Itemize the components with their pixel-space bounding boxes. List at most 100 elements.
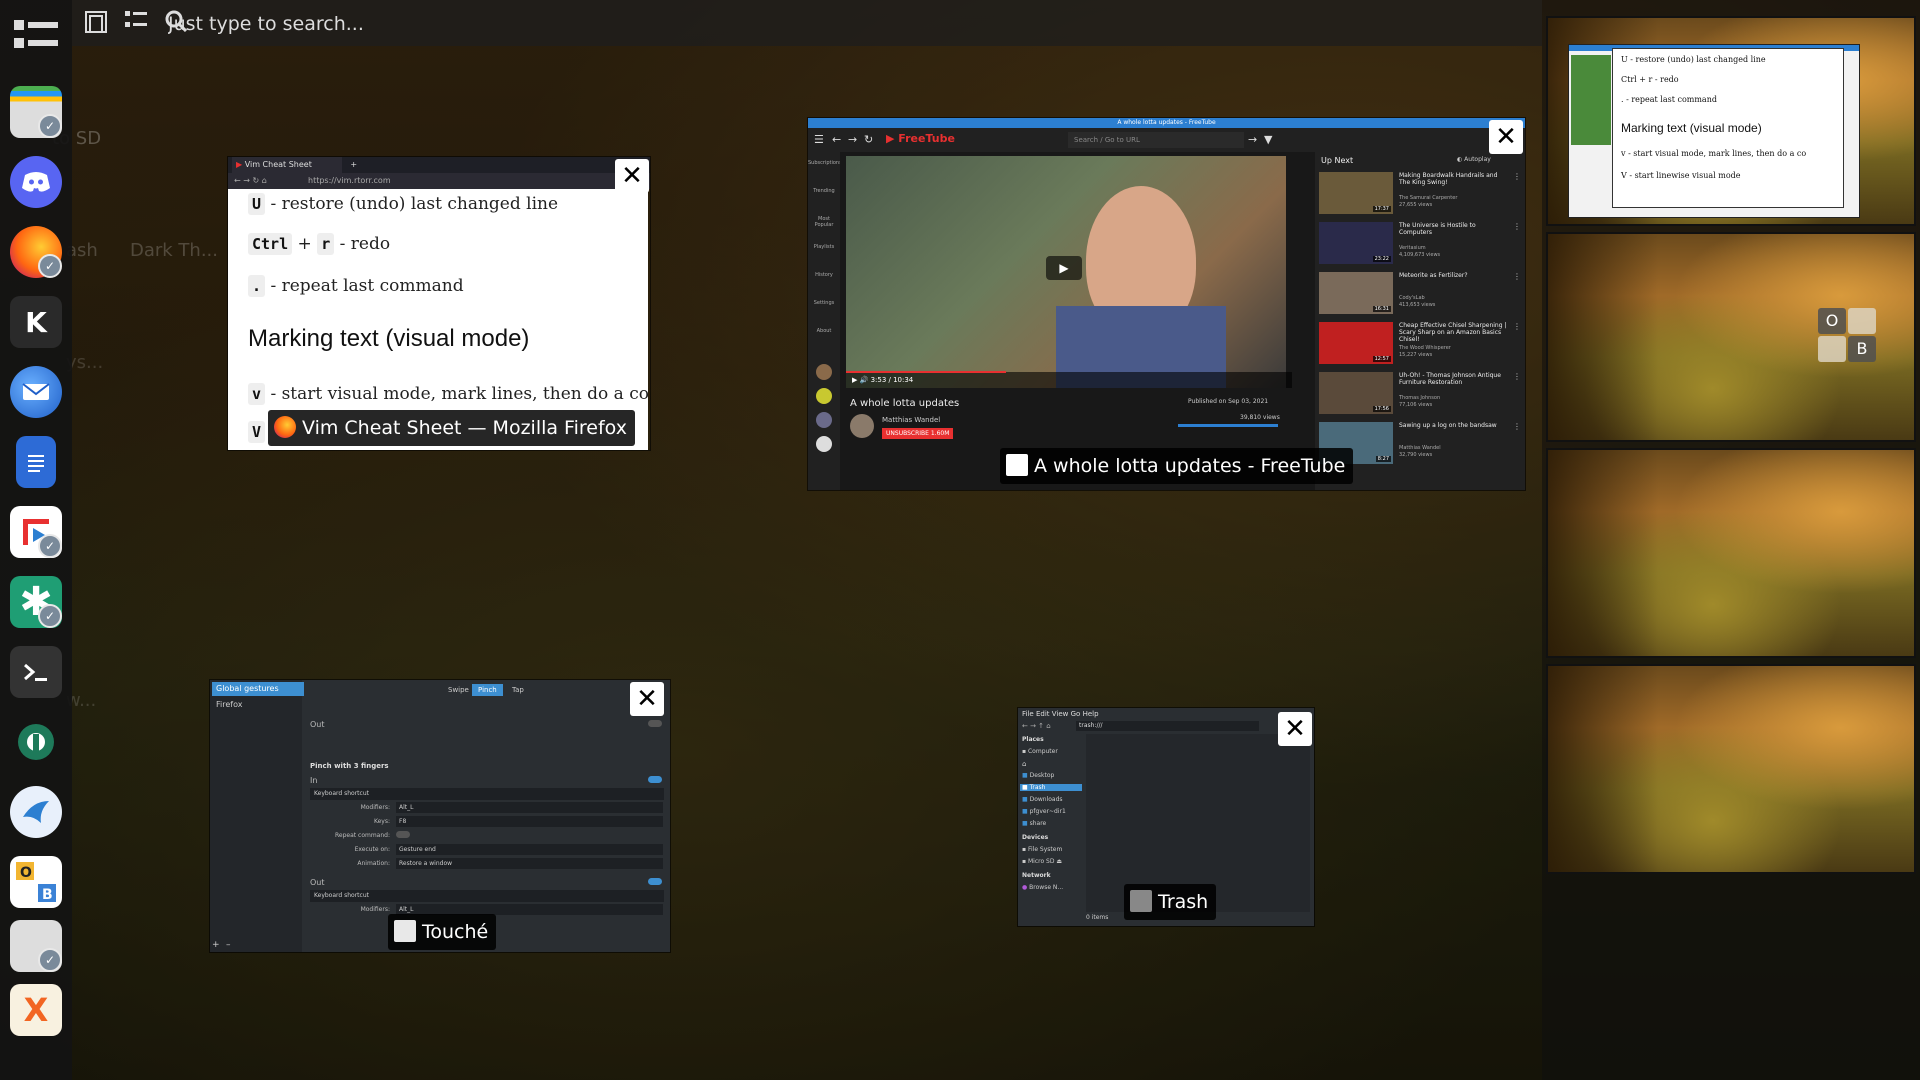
forward-icon[interactable]: → — [848, 133, 857, 146]
play-icon[interactable]: ▶ — [1046, 256, 1082, 280]
video-title[interactable]: Meteorite as Fertilizer? — [1399, 272, 1509, 279]
firefox-window[interactable]: ▶ Vim Cheat Sheet + ← → ↻ ⌂ https://vim.… — [228, 157, 650, 450]
nav-item[interactable]: Subscriptions — [808, 160, 842, 166]
nav-item[interactable]: Settings — [808, 300, 840, 306]
nav-item[interactable]: About — [808, 328, 840, 334]
browser-tab[interactable]: ▶ Vim Cheat Sheet — [232, 157, 342, 173]
location-bar[interactable]: trash:/// — [1076, 721, 1259, 731]
nav-item[interactable]: Playlists — [808, 244, 840, 250]
discord-icon[interactable] — [10, 156, 62, 208]
keys-input[interactable]: F8 — [396, 816, 663, 827]
action-select[interactable]: Keyboard shortcut — [310, 890, 664, 902]
channel-avatar[interactable] — [816, 388, 832, 404]
video-thumbnail[interactable]: 23:22 — [1319, 222, 1393, 264]
kdeconnect-icon[interactable] — [10, 786, 62, 838]
terminal-icon[interactable] — [10, 646, 62, 698]
close-window-button[interactable]: ✕ — [630, 682, 664, 716]
video-channel[interactable]: Veritasium — [1399, 245, 1426, 251]
search-input[interactable] — [166, 8, 770, 40]
nav-item[interactable]: History — [808, 272, 840, 278]
workspace-thumbnail-3[interactable] — [1546, 448, 1916, 658]
list-item[interactable]: 17:56 Uh-Oh! - Thomas Johnson Antique Fur… — [1319, 372, 1521, 418]
freetube-icon[interactable]: ✓ — [10, 506, 62, 558]
video-channel[interactable]: Thomas Johnson — [1399, 395, 1440, 401]
execute-select[interactable]: Gesture end — [396, 844, 663, 855]
ob-app-icon[interactable]: OB — [10, 856, 62, 908]
more-options-icon[interactable]: ⋮ — [1513, 322, 1521, 331]
freetube-search-input[interactable]: Search / Go to URL — [1068, 132, 1244, 148]
menu-file[interactable]: File — [1022, 710, 1034, 718]
video-title[interactable]: Sawing up a log on the bandsaw — [1399, 422, 1509, 429]
device-microsd[interactable]: ▪ Micro SD ⏏ — [1022, 858, 1062, 865]
thunderbird-icon[interactable] — [10, 366, 62, 418]
nav-item[interactable]: Most Popular — [808, 216, 840, 228]
menu-icon[interactable]: ☰ — [814, 133, 824, 146]
video-thumbnail[interactable]: 12:57 — [1319, 322, 1393, 364]
tab-swipe[interactable]: Swipe — [442, 684, 475, 696]
remove-button[interactable]: – — [226, 940, 231, 950]
list-view-icon[interactable] — [122, 10, 150, 38]
menu-view[interactable]: View — [1052, 710, 1069, 718]
video-title[interactable]: The Universe is Hostile to Computers — [1399, 222, 1509, 236]
channel-avatar[interactable] — [816, 436, 832, 452]
close-window-button[interactable]: ✕ — [1278, 712, 1312, 746]
url-bar[interactable]: ← → ↻ ⌂ https://vim.rtorr.com — [228, 173, 650, 189]
place-desktop[interactable]: ■ Desktop — [1022, 772, 1054, 779]
sidebar-item-firefox[interactable]: Firefox — [212, 698, 242, 712]
video-player[interactable]: ▶ ▶ 🔊 3:53 / 10:34 — [846, 156, 1292, 388]
home-icon[interactable]: ⌂ — [1022, 760, 1026, 768]
firefox-icon[interactable]: ✓ — [10, 226, 62, 278]
video-channel[interactable]: The Wood Whisperer — [1399, 345, 1451, 351]
workspace-thumbnail-4[interactable] — [1546, 664, 1916, 874]
network-browse[interactable]: ● Browse N... — [1022, 884, 1063, 891]
menu-go[interactable]: Go — [1071, 710, 1081, 718]
list-item[interactable]: 17:37 Making Boardwalk Handrails and The … — [1319, 172, 1521, 218]
back-icon[interactable]: ← — [832, 133, 841, 146]
channel-name[interactable]: Matthias Wandel — [882, 416, 940, 424]
new-tab-icon[interactable]: + — [350, 160, 357, 169]
more-options-icon[interactable]: ⋮ — [1513, 222, 1521, 231]
video-channel[interactable]: The Samurai Carpenter — [1399, 195, 1457, 201]
tab-tap[interactable]: Tap — [506, 684, 530, 696]
more-options-icon[interactable]: ⋮ — [1513, 372, 1521, 381]
animation-select[interactable]: Restore a window — [396, 858, 663, 869]
progress-bar[interactable] — [846, 371, 1006, 373]
desktop-icon-label[interactable]: Dark Th... — [130, 240, 218, 261]
list-item[interactable]: 23:22 The Universe is Hostile to Computer… — [1319, 222, 1521, 268]
filter-icon[interactable]: ▼ — [1264, 133, 1272, 146]
touche-window[interactable]: Global gestures Firefox + – Swipe Pinch … — [210, 680, 670, 952]
video-title[interactable]: Making Boardwalk Handrails and The King … — [1399, 172, 1509, 186]
video-title[interactable]: Cheap Effective Chisel Sharpening | Scar… — [1399, 322, 1509, 343]
video-title[interactable]: Uh-Oh! - Thomas Johnson Antique Furnitur… — [1399, 372, 1509, 386]
more-options-icon[interactable]: ⋮ — [1513, 172, 1521, 181]
out-toggle[interactable] — [648, 878, 662, 885]
app-grid-icon[interactable] — [10, 12, 62, 64]
close-window-button[interactable]: ✕ — [1489, 120, 1523, 154]
in-toggle[interactable] — [648, 776, 662, 783]
document-icon[interactable] — [16, 436, 56, 488]
nav-buttons-icon[interactable]: ← → ↻ ⌂ — [234, 173, 267, 189]
add-button[interactable]: + — [212, 940, 220, 950]
nav-buttons-icon[interactable]: ← → ↑ ⌂ — [1022, 722, 1051, 730]
go-icon[interactable]: → — [1248, 133, 1257, 146]
place-computer[interactable]: ▪ Computer — [1022, 748, 1058, 755]
video-thumbnail[interactable]: 16:31 — [1319, 272, 1393, 314]
video-thumbnail[interactable]: 17:56 — [1319, 372, 1393, 414]
history-icon[interactable]: ↻ — [864, 133, 873, 146]
more-options-icon[interactable]: ⋮ — [1513, 272, 1521, 281]
workspace-thumbnail-2[interactable]: O B — [1546, 232, 1916, 442]
place-downloads[interactable]: ■ Downloads — [1022, 796, 1063, 803]
more-options-icon[interactable]: ⋮ — [1513, 422, 1521, 431]
close-window-button[interactable]: ✕ — [615, 159, 649, 193]
menu-help[interactable]: Help — [1083, 710, 1099, 718]
autoplay-toggle[interactable]: ◐ Autoplay — [1457, 156, 1491, 163]
asterisk-app-icon[interactable]: ✱ ✓ — [10, 576, 62, 628]
out-toggle[interactable] — [648, 720, 662, 727]
place-share[interactable]: ■ share — [1022, 820, 1046, 827]
repeat-toggle[interactable] — [396, 831, 410, 838]
xournal-icon[interactable]: X — [10, 984, 62, 1036]
sidebar-item-global[interactable]: Global gestures — [212, 682, 304, 696]
player-controls[interactable]: ▶ 🔊 3:53 / 10:34 — [846, 372, 1292, 388]
action-select[interactable]: Keyboard shortcut — [310, 788, 664, 800]
removable-drive-icon[interactable]: ✓ — [10, 86, 62, 138]
